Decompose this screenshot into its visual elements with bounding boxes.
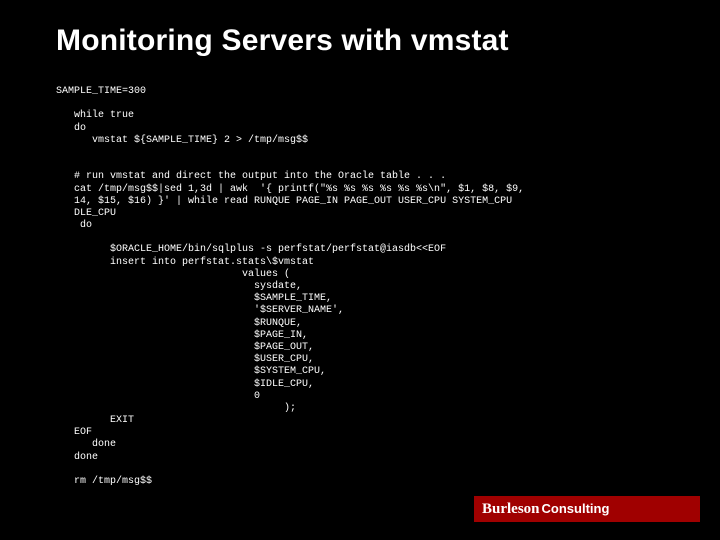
code-block: SAMPLE_TIME=300 while true do vmstat ${S… xyxy=(56,86,680,488)
slide-title: Monitoring Servers with vmstat xyxy=(56,24,509,58)
brand-main: Burleson xyxy=(482,501,540,517)
brand-logo: BurlesonConsulting xyxy=(482,501,609,518)
brand-sub: Consulting xyxy=(542,501,610,516)
brand-bar: BurlesonConsulting xyxy=(474,496,700,522)
slide: Monitoring Servers with vmstat SAMPLE_TI… xyxy=(0,0,720,540)
